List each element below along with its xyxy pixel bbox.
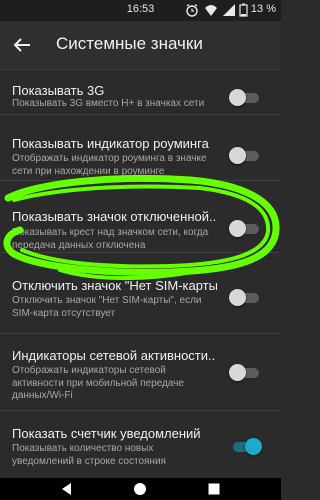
toggle-switch[interactable]	[229, 84, 261, 110]
setting-row-data-disabled[interactable]: Показывать значок отключенной.. Показыва…	[0, 181, 281, 253]
navigation-bar	[0, 478, 281, 500]
setting-title: Показать счетчик уведомлений	[12, 426, 201, 441]
setting-row-show-3g[interactable]: Показывать 3G Показывать 3G вместо H+ в …	[0, 70, 281, 115]
setting-subtitle: Отображать индикаторы сетевой активности…	[12, 365, 184, 401]
setting-title: Показывать значок отключенной..	[12, 209, 217, 224]
setting-title: Индикаторы сетевой активности..	[12, 348, 216, 363]
status-bar: 16:53 13 %	[0, 0, 281, 21]
toggle-switch[interactable]	[229, 215, 261, 241]
setting-subtitle: Показывать 3G вместо H+ в значках сети	[12, 98, 205, 109]
toggle-switch[interactable]	[229, 142, 261, 168]
recents-square-icon[interactable]	[207, 482, 221, 496]
setting-row-no-sim[interactable]: Отключить значок "Нет SIM-карты" Отключи…	[0, 253, 281, 334]
setting-row-roaming[interactable]: Показывать индикатор роуминга Отображать…	[0, 115, 281, 181]
setting-subtitle: Показывать количество новых уведомлений …	[12, 443, 166, 467]
back-triangle-icon[interactable]	[60, 482, 74, 496]
setting-subtitle: Показывать крест над значком сети, когда…	[12, 227, 209, 251]
toggle-switch[interactable]	[231, 433, 262, 459]
app-bar: Системные значки	[0, 21, 281, 70]
setting-row-network-activity[interactable]: Индикаторы сетевой активности.. Отобража…	[0, 334, 281, 411]
setting-title: Отключить значок "Нет SIM-карты"	[12, 278, 217, 293]
page-title: Системные значки	[56, 34, 203, 53]
toggle-switch[interactable]	[229, 359, 261, 385]
home-circle-icon[interactable]	[133, 482, 147, 496]
toggle-switch[interactable]	[229, 284, 261, 310]
setting-title: Показывать 3G	[12, 83, 105, 98]
status-time: 16:53	[126, 3, 155, 15]
battery-percent: 13 %	[250, 3, 276, 15]
arrow-back-icon[interactable]	[10, 33, 34, 57]
setting-title: Показывать индикатор роуминга	[12, 136, 209, 151]
setting-subtitle: Отображать индикатор роуминга в значке с…	[12, 153, 207, 177]
setting-subtitle: Отключить значок "Нет SIM-карты", если S…	[12, 295, 202, 319]
setting-row-notification-count[interactable]: Показать счетчик уведомлений Показывать …	[0, 411, 281, 478]
